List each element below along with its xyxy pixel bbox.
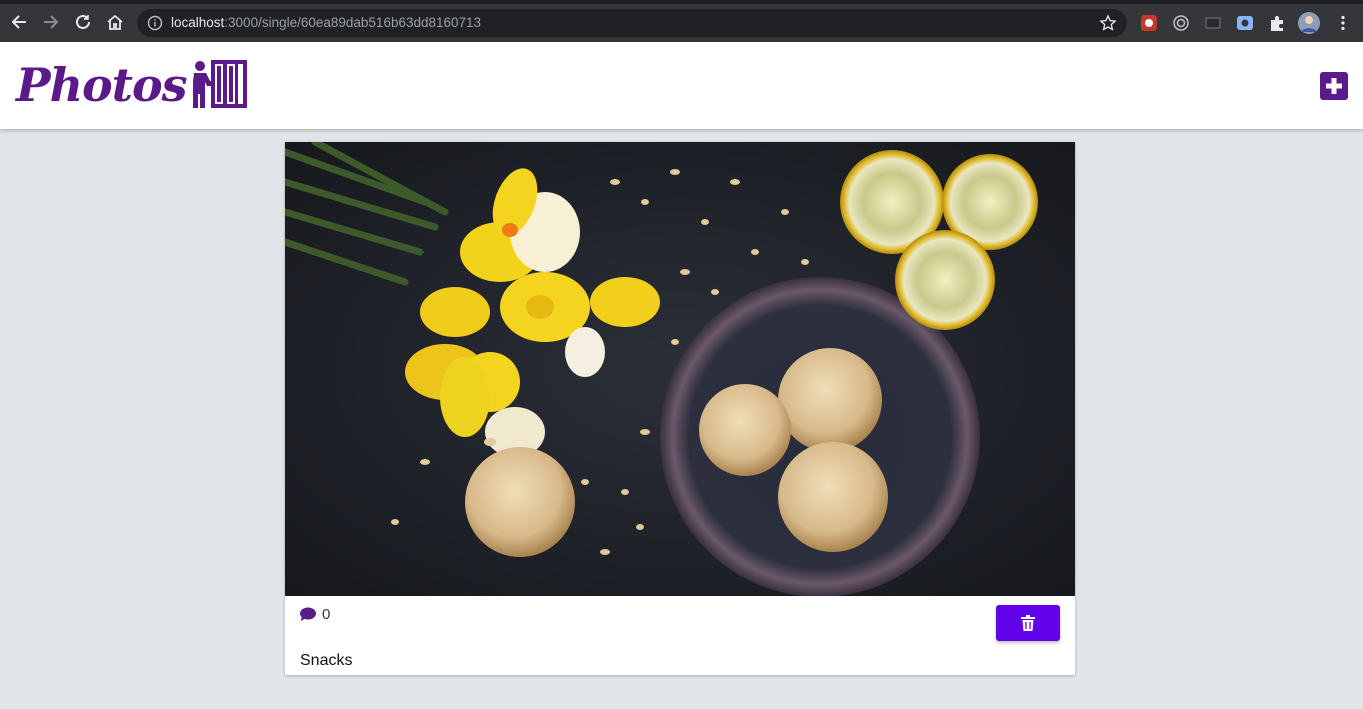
address-bar[interactable]: localhost:3000/single/60ea89dab516b63dd8… [137, 9, 1127, 37]
add-photo-button[interactable] [1320, 72, 1348, 100]
extension-red-icon[interactable] [1140, 14, 1158, 32]
comments-link[interactable]: 0 [300, 606, 330, 623]
browser-menu-icon[interactable] [1334, 14, 1352, 32]
post-caption: Snacks [300, 652, 353, 669]
plus-icon [1326, 78, 1342, 94]
url-path: :3000/single/60ea89dab516b63dd8160713 [224, 15, 482, 30]
browser-toolbar: localhost:3000/single/60ea89dab516b63dd8… [0, 0, 1363, 42]
logo[interactable]: Photos [16, 57, 247, 113]
extension-window-icon[interactable] [1204, 14, 1222, 32]
post-image[interactable] [285, 142, 1075, 596]
url-host: localhost [171, 15, 225, 30]
app-header: Photos [0, 42, 1363, 129]
comment-count: 0 [322, 606, 331, 623]
extension-capture-icon[interactable] [1236, 14, 1254, 32]
back-arrow-icon[interactable] [8, 11, 30, 33]
url-text: localhost:3000/single/60ea89dab516b63dd8… [171, 15, 481, 30]
delete-button[interactable] [996, 605, 1060, 641]
profile-avatar[interactable] [1298, 12, 1320, 34]
info-icon[interactable] [147, 15, 163, 31]
home-icon[interactable] [104, 11, 126, 33]
reload-icon[interactable] [72, 11, 94, 33]
extensions-puzzle-icon[interactable] [1268, 14, 1286, 32]
card-footer: 0 Snacks [285, 596, 1075, 675]
photo-card: 0 Snacks [285, 142, 1075, 675]
extension-target-icon[interactable] [1172, 14, 1190, 32]
gallery-person-icon [192, 60, 247, 108]
trash-icon [1021, 615, 1035, 631]
logo-text: Photos [16, 58, 188, 112]
forward-arrow-icon[interactable] [40, 11, 62, 33]
bookmark-star-icon[interactable] [1099, 14, 1117, 32]
comment-icon [300, 607, 316, 621]
